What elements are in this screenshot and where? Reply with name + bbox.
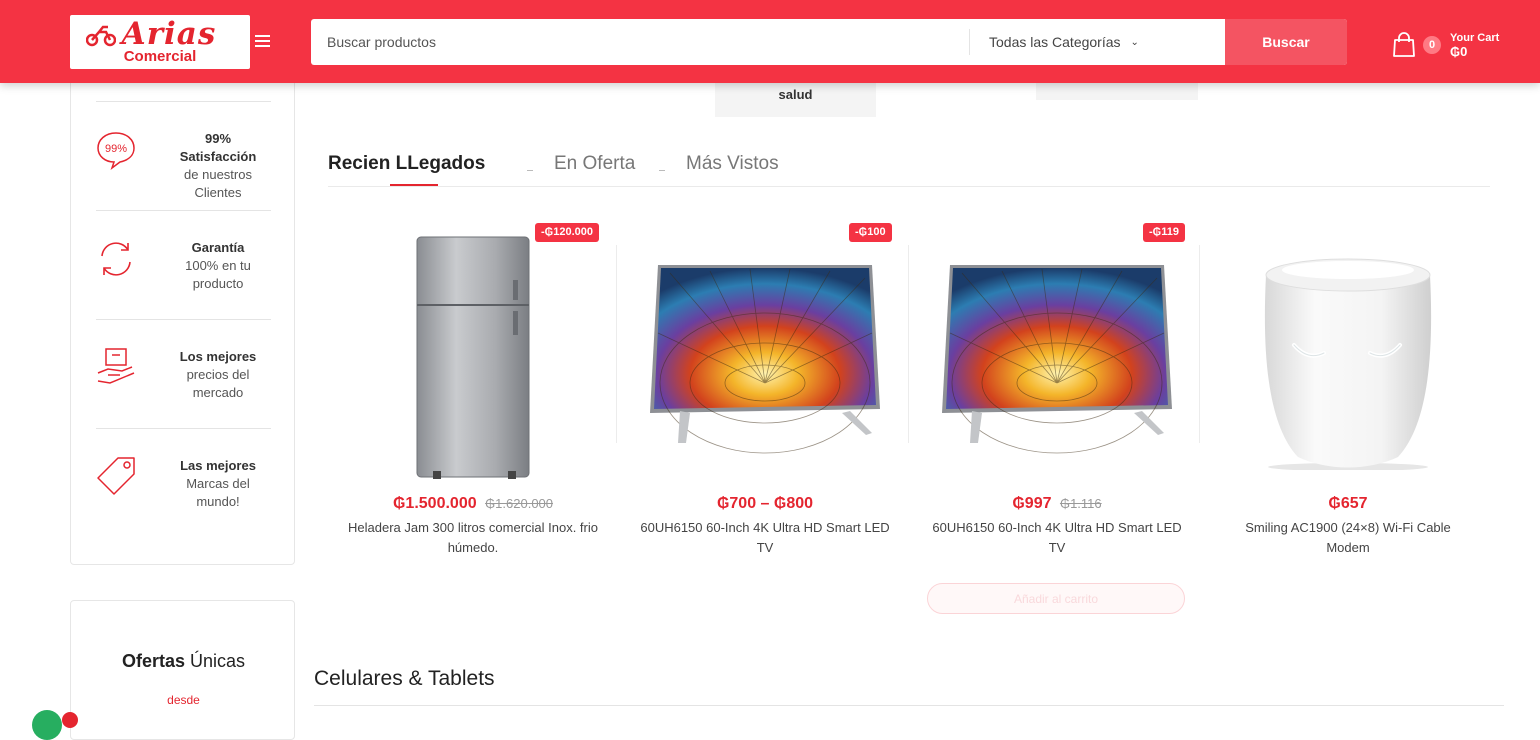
- search-input[interactable]: [311, 19, 969, 65]
- chevron-down-icon: ⌄: [1130, 36, 1139, 48]
- product-image[interactable]: [327, 230, 619, 485]
- tab-separator: [527, 170, 533, 171]
- product-image[interactable]: [911, 230, 1203, 485]
- logo-subtext: Comercial: [123, 48, 197, 65]
- cart-button[interactable]: 0 Your Cart ₲0: [1392, 28, 1512, 62]
- price-current: ₲1.500.000: [392, 495, 477, 512]
- price-old: ₲1.620.000: [485, 496, 554, 511]
- active-tab-underline: [390, 184, 438, 186]
- offers-title-a: Ofertas: [121, 651, 185, 671]
- category-card[interactable]: [1036, 83, 1198, 100]
- feature-title: 99% Satisfacción: [179, 131, 257, 164]
- brand-logo[interactable]: Arias Comercial: [70, 15, 250, 69]
- cart-total: ₲0: [1450, 43, 1468, 59]
- product-price: ₲997 ₲1.116: [911, 495, 1203, 513]
- tab-recien-llegados[interactable]: Recien LLegados: [328, 153, 485, 175]
- price-current: ₲700 – ₲800: [716, 495, 814, 512]
- price-current: ₲657: [1328, 495, 1368, 512]
- feature-item: Los mejores precios del mercado: [96, 319, 271, 428]
- logo-text: Arias: [121, 16, 217, 52]
- chat-button[interactable]: [32, 710, 62, 740]
- price-hand-icon: [97, 348, 135, 384]
- discount-badge: -₲100: [849, 223, 892, 242]
- offers-title-b: Únicas: [190, 651, 246, 671]
- feature-item: Las mejores Marcas del mundo!: [96, 428, 271, 537]
- product-name[interactable]: Smiling AC1900 (24×8) Wi-Fi Cable Modem: [1222, 518, 1474, 558]
- feature-desc: Marcas del mundo!: [186, 476, 250, 509]
- category-select[interactable]: Todas las Categorías ⌄: [970, 19, 1225, 65]
- product-tabs: Recien LLegados En Oferta Más Vistos: [328, 150, 1490, 187]
- category-card-label: salud: [778, 87, 813, 102]
- product-card[interactable]: -₲120.000 ₲1.500.000 ₲1.620.000 Heladera…: [327, 215, 619, 575]
- add-to-cart-button[interactable]: Añadir al carrito: [927, 583, 1185, 614]
- discount-badge: -₲119: [1143, 223, 1185, 242]
- section-title: Celulares & Tablets: [314, 667, 495, 690]
- search-button[interactable]: Buscar: [1225, 19, 1347, 65]
- notification-badge: [62, 712, 78, 728]
- product-card[interactable]: ₲657 Smiling AC1900 (24×8) Wi-Fi Cable M…: [1202, 215, 1494, 575]
- svg-text:99%: 99%: [105, 143, 127, 155]
- tab-separator: [659, 170, 665, 171]
- product-image[interactable]: [619, 230, 911, 485]
- feature-desc: 100% en tu producto: [185, 258, 251, 291]
- hamburger-icon[interactable]: [255, 35, 270, 48]
- feature-title: Los mejores: [179, 349, 257, 364]
- feature-title: Garantía: [191, 240, 245, 255]
- refrigerator-image: [416, 236, 530, 479]
- price-current: ₲997: [1012, 495, 1052, 512]
- tab-en-oferta[interactable]: En Oferta: [554, 153, 635, 175]
- product-name[interactable]: 60UH6150 60-Inch 4K Ultra HD Smart LED T…: [639, 518, 891, 558]
- shopping-bag-icon: [1393, 32, 1415, 57]
- feature-title: Las mejores: [180, 458, 256, 473]
- feature-desc: precios del mercado: [186, 367, 250, 400]
- product-name[interactable]: Heladera Jam 300 litros comercial Inox. …: [347, 518, 599, 558]
- tab-mas-vistos[interactable]: Más Vistos: [686, 153, 779, 175]
- modem-image: [1264, 258, 1432, 470]
- site-header: Arias Comercial Todas las Categorías ⌄ B…: [0, 0, 1540, 83]
- feature-item: 99% 99% Satisfacción de nuestros Cliente…: [96, 101, 271, 210]
- satisfaction-99-icon: 99%: [97, 132, 135, 171]
- product-price: ₲657: [1202, 495, 1494, 513]
- product-price: ₲700 – ₲800: [619, 495, 911, 513]
- feature-item: Garantía 100% en tu producto: [96, 210, 271, 319]
- product-card[interactable]: -₲100 ₲700 – ₲800 60UH6150 60-Inch 4K Ul…: [619, 215, 911, 575]
- tv-image: [650, 264, 880, 453]
- refresh-icon: [101, 242, 131, 276]
- product-name[interactable]: 60UH6150 60-Inch 4K Ultra HD Smart LED T…: [931, 518, 1183, 558]
- category-select-label: Todas las Categorías: [989, 34, 1121, 50]
- tag-icon: [97, 457, 135, 495]
- features-panel: 99% 99% Satisfacción de nuestros Cliente…: [70, 60, 295, 565]
- product-card[interactable]: -₲119 ₲997 ₲1.116 60UH6150 60-Inch 4K Ul…: [911, 215, 1203, 575]
- product-price: ₲1.500.000 ₲1.620.000: [327, 495, 619, 513]
- offers-panel[interactable]: Ofertas Únicas desde: [70, 600, 295, 740]
- section-divider: [314, 705, 1504, 706]
- search-bar: Todas las Categorías ⌄ Buscar: [311, 19, 1347, 65]
- offers-desde: desde: [167, 693, 200, 707]
- product-image[interactable]: [1202, 230, 1494, 485]
- price-old: ₲1.116: [1059, 496, 1102, 511]
- cart-count-badge: 0: [1423, 36, 1441, 54]
- tv-image: [942, 264, 1172, 453]
- motorcycle-icon: [86, 25, 116, 47]
- offers-title: Ofertas Únicas: [71, 651, 296, 672]
- discount-badge: -₲120.000: [535, 223, 599, 242]
- cart-label: Your Cart: [1450, 31, 1500, 44]
- feature-desc: de nuestros Clientes: [184, 167, 252, 200]
- cart-summary: Your Cart ₲0: [1450, 32, 1499, 59]
